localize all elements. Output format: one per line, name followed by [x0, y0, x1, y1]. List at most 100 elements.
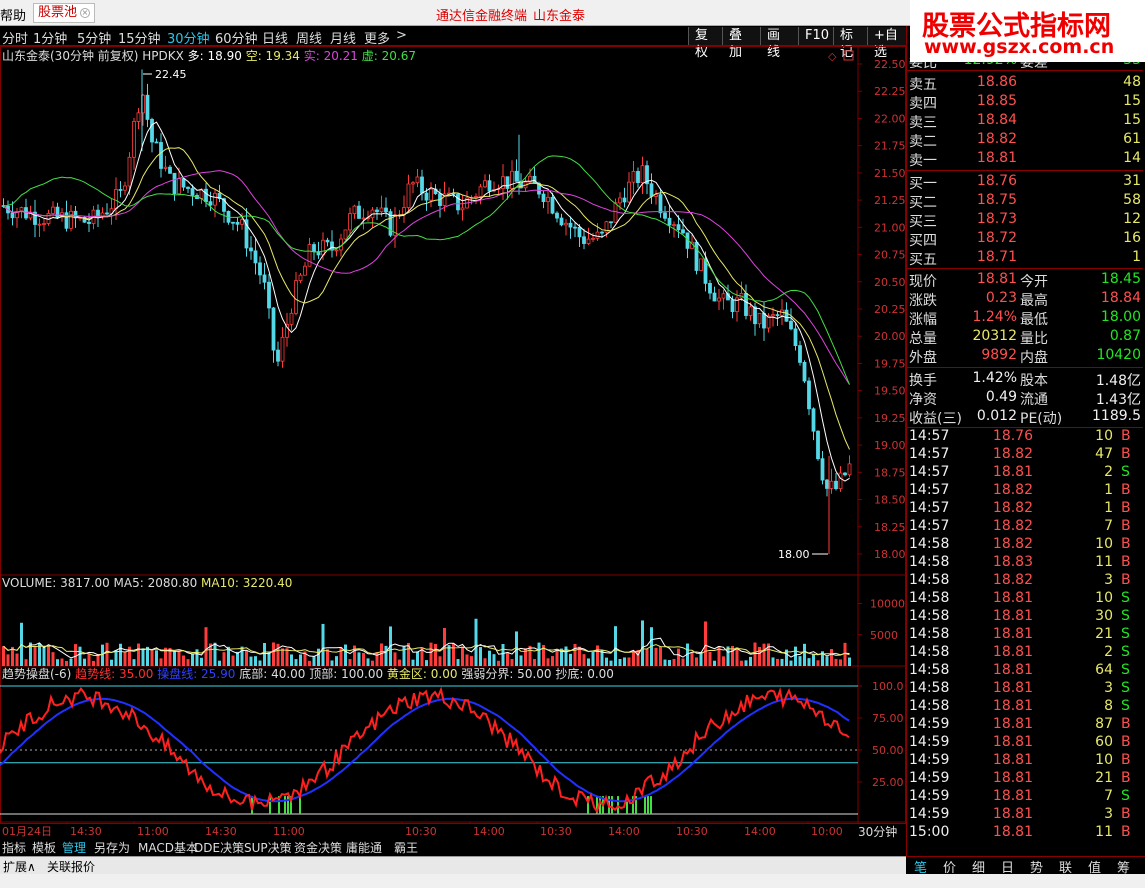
- volume-bar: [119, 643, 122, 666]
- volume-bar: [780, 658, 784, 666]
- toolbar-button-2[interactable]: 画线: [760, 27, 798, 60]
- osc-item-5: 强弱分界: 50.00: [461, 667, 555, 681]
- volume-bar: [137, 643, 140, 666]
- candle-down: [235, 221, 240, 225]
- indicator-tab-4[interactable]: MACD基本: [138, 839, 198, 856]
- candle-up: [334, 249, 339, 252]
- tick-row: 14:58 18.82 3 B: [907, 572, 1143, 590]
- candle-down: [676, 224, 681, 231]
- period-tab-8[interactable]: 月线: [330, 28, 356, 47]
- indicator-tab-9[interactable]: 霸王: [394, 839, 418, 856]
- status-bar: 扩展∧ 关联报价: [0, 856, 906, 874]
- volume-bar: [618, 658, 622, 666]
- close-icon[interactable]: ×: [80, 7, 91, 18]
- indicator-tab-6[interactable]: SUP决策: [244, 839, 292, 856]
- volume-bar: [632, 651, 635, 666]
- period-tab-3[interactable]: 15分钟: [118, 28, 161, 47]
- candle-down: [541, 193, 546, 202]
- divider: [907, 367, 1143, 368]
- divider: [907, 170, 1143, 171]
- tab-stock-pool[interactable]: 股票池 ×: [33, 3, 96, 23]
- ask-price: 18.85: [976, 93, 1017, 109]
- tick-volume: 10: [1095, 428, 1113, 444]
- toolbar-button-4[interactable]: 标记: [833, 27, 867, 60]
- period-tab-5[interactable]: 60分钟: [215, 28, 258, 47]
- period-tab-4[interactable]: 30分钟: [167, 28, 210, 47]
- toolbar-button-0[interactable]: 复权: [688, 27, 722, 60]
- period-tab-2[interactable]: 5分钟: [77, 28, 111, 47]
- tick-volume: 3: [1104, 806, 1113, 822]
- kline-chart[interactable]: 22.50 22.25 22.00 21.75 21.50 21.25 21.00 20.75…: [0, 46, 906, 838]
- menu-help[interactable]: 帮助: [0, 5, 26, 24]
- candle-up: [343, 229, 348, 240]
- fundamental-row: 净资 0.49 流通 1.43亿: [907, 389, 1143, 408]
- volume-bar: [254, 656, 257, 666]
- candle-down: [312, 244, 316, 252]
- candle-up: [127, 156, 132, 187]
- volume-bar: [123, 651, 127, 666]
- volume-bar: [366, 658, 370, 666]
- toolbar-button-3[interactable]: F10: [798, 27, 833, 45]
- volume-bar: [236, 651, 239, 666]
- volume-bar: [105, 642, 109, 666]
- candle-down: [325, 239, 330, 243]
- period-tab-1[interactable]: 1分钟: [33, 28, 67, 47]
- status-button-0[interactable]: 扩展∧: [3, 858, 36, 875]
- volume-bar: [159, 658, 163, 666]
- period-tab-0[interactable]: 分时: [2, 28, 28, 47]
- candle-down: [276, 349, 280, 362]
- volume-bar: [245, 650, 248, 666]
- volume-ma5: MA5: 2080.80: [114, 576, 202, 590]
- indicator-tab-8[interactable]: 庸能通: [346, 839, 382, 856]
- period-tab-9[interactable]: 更多: [364, 28, 390, 47]
- volume-bar: [713, 660, 716, 666]
- volume-bar: [623, 657, 626, 666]
- volume-bar: [551, 656, 554, 666]
- time-axis-label: 11:00: [137, 825, 169, 838]
- volume-bar: [83, 658, 86, 666]
- indicator-tab-1[interactable]: 模板: [32, 839, 56, 856]
- tick-time: 15:00: [909, 824, 950, 840]
- bid-price: 18.75: [976, 192, 1017, 208]
- y-tick-label: 19.50: [874, 385, 906, 398]
- indicator-tab-0[interactable]: 指标: [2, 839, 26, 856]
- status-button-1[interactable]: 关联报价: [47, 858, 95, 875]
- candle-up: [51, 206, 55, 214]
- volume-bar: [668, 660, 671, 666]
- candle-down: [159, 142, 163, 169]
- candle-up: [307, 244, 312, 267]
- fundamental-value: 1.48亿: [1095, 373, 1141, 389]
- period-tab-7[interactable]: 周线: [296, 28, 322, 47]
- volume-bar: [641, 620, 644, 666]
- indicator-tab-3[interactable]: 另存为: [94, 839, 130, 856]
- volume-bar: [519, 655, 523, 666]
- tick-price: 18.82: [992, 536, 1033, 552]
- volume-bar: [605, 657, 608, 666]
- period-tab-10[interactable]: >: [396, 28, 407, 43]
- volume-bar: [218, 660, 221, 666]
- indicator-tab-2[interactable]: 管理: [62, 839, 86, 856]
- indicator-tab-7[interactable]: 资金决策: [294, 839, 342, 856]
- volume-bar: [132, 659, 136, 666]
- chart-area[interactable]: 22.50 22.25 22.00 21.75 21.50 21.25 21.00 20.75…: [0, 46, 906, 838]
- indicator-tab-5[interactable]: DDE决策: [194, 839, 244, 856]
- volume-bar: [758, 646, 761, 666]
- volume-bar: [434, 643, 437, 666]
- volume-bar: [411, 659, 415, 666]
- period-tab-6[interactable]: 日线: [262, 28, 288, 47]
- volume-bar: [839, 659, 842, 666]
- toolbar-button-1[interactable]: 叠加: [722, 27, 760, 60]
- tick-row: 14:57 18.82 7 B: [907, 518, 1143, 536]
- bid-volume: 31: [1123, 173, 1141, 189]
- ask-price: 18.86: [976, 74, 1017, 90]
- volume-bar: [2, 646, 5, 666]
- volume-bar: [749, 656, 752, 666]
- toolbar-button-5[interactable]: +自选: [867, 27, 906, 60]
- bid-volume: 1: [1132, 249, 1141, 265]
- tick-price: 18.81: [992, 626, 1033, 642]
- time-axis-label: 14:00: [744, 825, 776, 838]
- volume-bar: [663, 659, 667, 666]
- candle-down: [694, 241, 699, 271]
- tick-price: 18.81: [992, 590, 1033, 606]
- candle-up: [483, 180, 487, 188]
